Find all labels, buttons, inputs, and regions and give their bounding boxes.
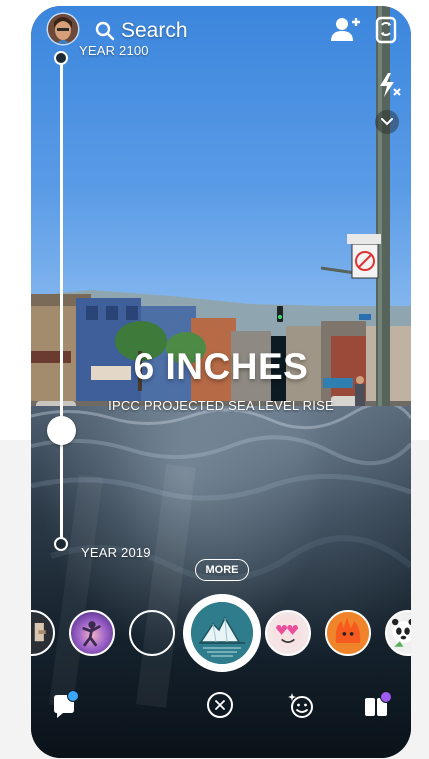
year-max-label: YEAR 2100 <box>79 43 149 58</box>
year-slider-track[interactable] <box>60 56 63 546</box>
close-lens-icon <box>215 700 225 710</box>
fire-creature-lens-icon <box>327 612 369 654</box>
heart-eyes-lens-icon <box>272 617 304 649</box>
lens-heart-eyes[interactable] <box>265 610 311 656</box>
search-bar[interactable]: Search <box>95 18 188 44</box>
lens-iceberg-active[interactable] <box>183 594 261 672</box>
more-button[interactable]: MORE <box>195 559 249 581</box>
close-lens-button[interactable] <box>207 692 233 718</box>
search-label: Search <box>121 19 188 42</box>
dancer-lens-icon <box>82 621 101 647</box>
lens-empty[interactable] <box>129 610 175 656</box>
camera-view: Search YEAR 2100 YEAR 2019 6 INCHES IPCC… <box>31 6 411 758</box>
panda-lens-icon <box>392 618 411 647</box>
flip-camera-icon[interactable] <box>374 14 398 44</box>
empty-lens-icon <box>131 612 173 654</box>
lens-dancer[interactable] <box>69 610 115 656</box>
sea-level-subline: IPCC PROJECTED SEA LEVEL RISE <box>108 398 334 413</box>
more-camera-options-button[interactable] <box>375 110 399 134</box>
year-slider-thumb[interactable] <box>47 415 76 445</box>
iceberg-lens-icon <box>191 602 253 664</box>
bitmoji-avatar-icon[interactable] <box>48 14 78 44</box>
lens-fire-creature[interactable] <box>325 610 371 656</box>
chevron-down-icon <box>381 118 393 126</box>
chat-icon[interactable] <box>51 690 79 720</box>
lens-thumbnail-icon <box>34 622 46 642</box>
sea-level-headline: 6 INCHES <box>133 346 309 387</box>
search-icon <box>95 21 115 41</box>
stories-icon[interactable] <box>363 690 391 720</box>
lens-explorer-icon[interactable] <box>287 690 315 720</box>
year-slider-min-dot <box>54 537 68 551</box>
flash-off-icon[interactable] <box>377 72 401 98</box>
year-min-label: YEAR 2019 <box>81 545 151 560</box>
add-friend-icon[interactable] <box>331 16 361 42</box>
year-slider-max-dot <box>54 51 68 65</box>
